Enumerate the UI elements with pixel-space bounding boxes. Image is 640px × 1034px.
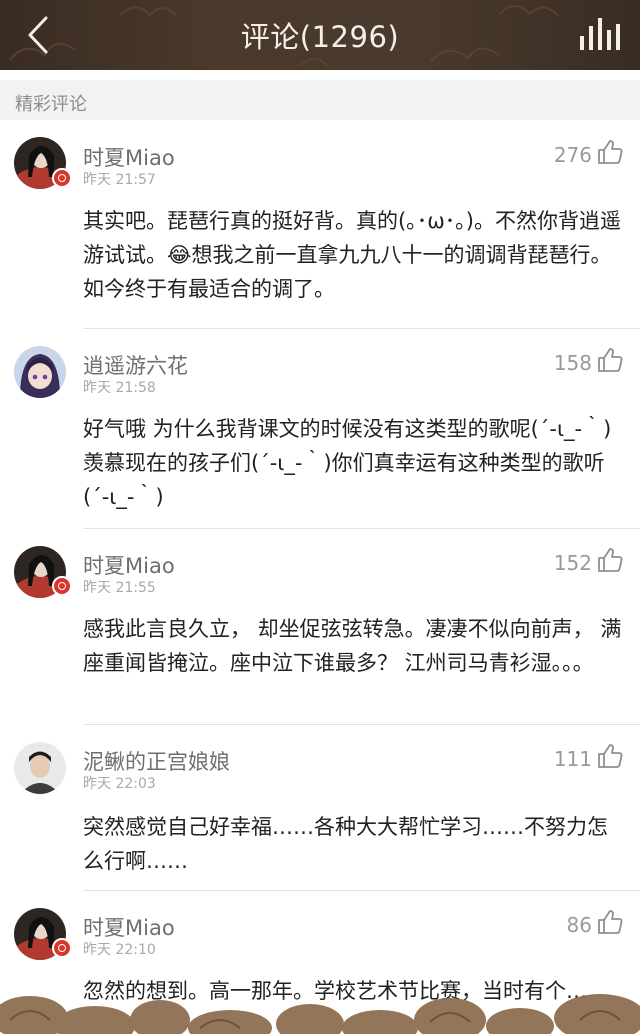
- thumbs-up-icon[interactable]: [596, 546, 624, 574]
- username[interactable]: 泥鳅的正宫娘娘: [83, 746, 230, 776]
- username[interactable]: 时夏Miao: [83, 142, 175, 172]
- bars-icon: [580, 18, 620, 50]
- page-title: 评论(1296): [240, 20, 400, 54]
- comment-time: 昨天 21:57: [83, 172, 156, 188]
- comment-text: 感我此言良久立， 却坐促弦弦转急。凄凄不似向前声， 满座重闻皆掩泣。座中泣下谁最…: [83, 617, 622, 675]
- like-count: 276: [553, 143, 592, 167]
- divider: [83, 328, 640, 329]
- cloud-footer-decoration: [0, 994, 640, 1034]
- divider: [83, 528, 640, 529]
- like-count: 158: [553, 351, 592, 375]
- section-title: 精彩评论: [15, 94, 87, 115]
- vip-badge: [52, 576, 72, 596]
- section-header: 精彩评论: [0, 80, 640, 120]
- top-bar: 评论(1296): [0, 0, 640, 70]
- like-count: 111: [553, 747, 592, 771]
- comment-text: 突然感觉自己好幸福……各种大大帮忙学习……不努力怎么行啊……: [83, 815, 608, 873]
- comment-time: 昨天 21:58: [83, 380, 156, 396]
- comment-item: 时夏Miao 昨天 21:57 276 其实吧。琵琶行真的挺好背。真的(｡･ω･…: [0, 120, 640, 330]
- vip-badge: [52, 938, 72, 958]
- comment-time: 昨天 21:55: [83, 580, 156, 596]
- vip-badge: [52, 168, 72, 188]
- divider: [83, 890, 640, 891]
- like-count: 86: [566, 913, 592, 937]
- avatar[interactable]: [14, 742, 66, 794]
- comment-time: 昨天 22:03: [83, 776, 156, 792]
- comment-time: 昨天 22:10: [83, 942, 156, 958]
- comment-item: 时夏Miao 昨天 21:55 152 感我此言良久立， 却坐促弦弦转急。凄凄不…: [0, 530, 640, 726]
- comment-item: 泥鳅的正宫娘娘 昨天 22:03 111 突然感觉自己好幸福……各种大大帮忙学习…: [0, 726, 640, 892]
- avatar[interactable]: [14, 346, 66, 398]
- thumbs-up-icon[interactable]: [596, 138, 624, 166]
- comment-text: 其实吧。琵琶行真的挺好背。真的(｡･ω･｡)。不然你背逍遥游试试。😂想我之前一直…: [83, 209, 621, 301]
- thumbs-up-icon[interactable]: [596, 908, 624, 936]
- username[interactable]: 时夏Miao: [83, 550, 175, 580]
- username[interactable]: 逍遥游六花: [83, 350, 188, 380]
- like-count: 152: [553, 551, 592, 575]
- comment-item: 逍遥游六花 昨天 21:58 158 好气哦 为什么我背课文的时候没有这类型的歌…: [0, 330, 640, 530]
- comment-text: 好气哦 为什么我背课文的时候没有这类型的歌呢(´-ι_-｀)羡慕现在的孩子们(´…: [83, 417, 612, 509]
- thumbs-up-icon[interactable]: [596, 742, 624, 770]
- divider: [83, 724, 640, 725]
- username[interactable]: 时夏Miao: [83, 912, 175, 942]
- thumbs-up-icon[interactable]: [596, 346, 624, 374]
- now-playing-button[interactable]: [574, 14, 622, 54]
